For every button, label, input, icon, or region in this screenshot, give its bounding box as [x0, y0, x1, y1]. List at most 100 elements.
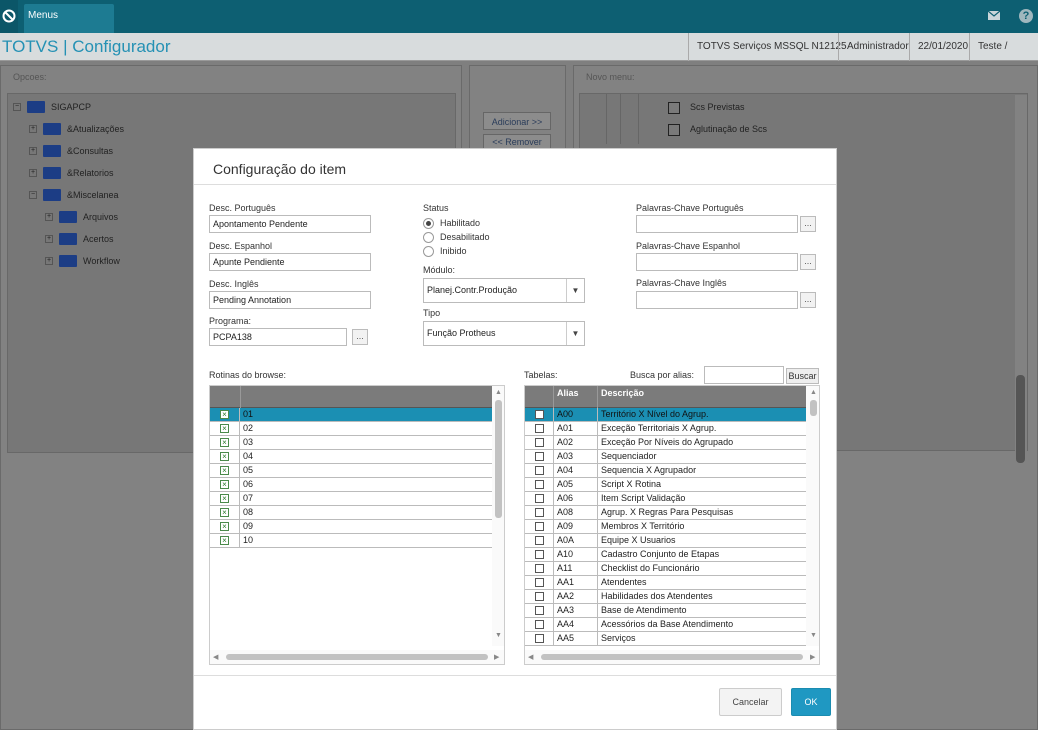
- scroll-thumb[interactable]: [810, 400, 817, 416]
- checked-checkbox-icon[interactable]: ×: [220, 522, 229, 531]
- cancel-button[interactable]: Cancelar: [719, 688, 782, 716]
- status-radio-inhibited[interactable]: [423, 246, 434, 257]
- table-row[interactable]: A03 Sequenciador: [525, 450, 806, 464]
- checked-checkbox-icon[interactable]: ×: [220, 480, 229, 489]
- table-row[interactable]: × 09: [210, 520, 492, 534]
- scroll-up-icon[interactable]: ▲: [495, 389, 502, 396]
- table-row[interactable]: × 04: [210, 450, 492, 464]
- kw-en-lookup-button[interactable]: ...: [800, 292, 816, 308]
- table-row[interactable]: A10 Cadastro Conjunto de Etapas: [525, 548, 806, 562]
- checked-checkbox-icon[interactable]: ×: [220, 424, 229, 433]
- table-row[interactable]: × 10: [210, 534, 492, 548]
- new-menu-item[interactable]: Scs Previstas: [668, 99, 745, 115]
- desc-en-input[interactable]: Pending Annotation: [209, 291, 371, 309]
- table-row[interactable]: A06 Item Script Validação: [525, 492, 806, 506]
- checkbox-icon[interactable]: [535, 480, 544, 489]
- status-radio-enabled[interactable]: [423, 218, 434, 229]
- desc-pt-input[interactable]: Apontamento Pendente: [209, 215, 371, 233]
- kw-en-input[interactable]: [636, 291, 798, 309]
- checkbox-icon[interactable]: [535, 550, 544, 559]
- table-row[interactable]: A08 Agrup. X Regras Para Pesquisas: [525, 506, 806, 520]
- scroll-up-icon[interactable]: ▲: [810, 389, 817, 396]
- checkbox-icon[interactable]: [535, 592, 544, 601]
- desc-es-input[interactable]: Apunte Pendiente: [209, 253, 371, 271]
- checkbox-icon[interactable]: [535, 508, 544, 517]
- table-row[interactable]: AA5 Serviços: [525, 632, 806, 646]
- table-row[interactable]: AA1 Atendentes: [525, 576, 806, 590]
- program-lookup-button[interactable]: ...: [352, 329, 368, 345]
- chevron-down-icon[interactable]: ▼: [566, 279, 584, 302]
- table-row[interactable]: AA3 Base de Atendimento: [525, 604, 806, 618]
- kw-pt-lookup-button[interactable]: ...: [800, 216, 816, 232]
- search-button[interactable]: Buscar: [786, 368, 819, 384]
- table-row[interactable]: A00 Território X Nível do Agrup.: [525, 408, 806, 422]
- search-alias-input[interactable]: [704, 366, 784, 384]
- tree-node-atualizacoes[interactable]: + &Atualizações: [29, 121, 124, 137]
- checked-checkbox-icon[interactable]: ×: [220, 438, 229, 447]
- collapse-icon[interactable]: −: [29, 190, 37, 199]
- expand-icon[interactable]: +: [29, 168, 37, 177]
- checkbox-icon[interactable]: [535, 452, 544, 461]
- table-row[interactable]: × 01: [210, 408, 492, 422]
- tree-node-sigapcp[interactable]: − SIGAPCP: [13, 99, 91, 115]
- scroll-thumb[interactable]: [541, 654, 803, 660]
- help-icon[interactable]: ?: [1019, 9, 1033, 23]
- tree-node-acertos[interactable]: + Acertos: [45, 231, 114, 247]
- table-row[interactable]: × 02: [210, 422, 492, 436]
- expand-icon[interactable]: +: [45, 234, 53, 243]
- table-row[interactable]: AA4 Acessórios da Base Atendimento: [525, 618, 806, 632]
- scroll-down-icon[interactable]: ▼: [495, 632, 502, 639]
- status-radio-disabled[interactable]: [423, 232, 434, 243]
- scroll-thumb[interactable]: [495, 400, 502, 518]
- kw-es-lookup-button[interactable]: ...: [800, 254, 816, 270]
- program-input[interactable]: PCPA138: [209, 328, 347, 346]
- remove-button[interactable]: << Remover: [483, 134, 551, 148]
- checkbox-icon[interactable]: [535, 564, 544, 573]
- expand-icon[interactable]: +: [45, 212, 53, 221]
- kw-es-input[interactable]: [636, 253, 798, 271]
- checked-checkbox-icon[interactable]: ×: [220, 508, 229, 517]
- scroll-right-icon[interactable]: ▶: [810, 653, 815, 661]
- tree-node-arquivos[interactable]: + Arquivos: [45, 209, 118, 225]
- collapse-icon[interactable]: −: [13, 102, 21, 111]
- tree-node-relatorios[interactable]: + &Relatorios: [29, 165, 114, 181]
- tree-node-consultas[interactable]: + &Consultas: [29, 143, 113, 159]
- table-row[interactable]: A11 Checklist do Funcionário: [525, 562, 806, 576]
- browse-vscroll[interactable]: ▲ ▼: [492, 386, 504, 646]
- tree-node-miscelanea[interactable]: − &Miscelanea: [29, 187, 119, 203]
- checkbox-icon[interactable]: [535, 620, 544, 629]
- checkbox-icon[interactable]: [535, 536, 544, 545]
- table-row[interactable]: A04 Sequencia X Agrupador: [525, 464, 806, 478]
- checkbox-icon[interactable]: [535, 466, 544, 475]
- chevron-down-icon[interactable]: ▼: [566, 322, 584, 345]
- checked-checkbox-icon[interactable]: ×: [220, 536, 229, 545]
- scroll-down-icon[interactable]: ▼: [810, 632, 817, 639]
- checkbox-icon[interactable]: [535, 578, 544, 587]
- table-row[interactable]: × 06: [210, 478, 492, 492]
- table-row[interactable]: × 05: [210, 464, 492, 478]
- checkbox-icon[interactable]: [535, 438, 544, 447]
- table-row[interactable]: A02 Exceção Por Níveis do Agrupado: [525, 436, 806, 450]
- tables-hscroll[interactable]: ◀ ▶: [525, 650, 819, 664]
- scroll-left-icon[interactable]: ◀: [213, 653, 218, 661]
- checkbox-icon[interactable]: [535, 410, 544, 419]
- totvs-logo-icon[interactable]: [0, 0, 18, 33]
- new-menu-scroll-thumb[interactable]: [1016, 375, 1025, 463]
- new-menu-item[interactable]: Aglutinação de Scs: [668, 121, 767, 137]
- mail-icon[interactable]: [987, 10, 1001, 23]
- tab-menus[interactable]: Menus [02.9.0099]×: [24, 4, 114, 45]
- checkbox-icon[interactable]: [535, 424, 544, 433]
- table-row[interactable]: AA2 Habilidades dos Atendentes: [525, 590, 806, 604]
- expand-icon[interactable]: +: [29, 146, 37, 155]
- scroll-thumb[interactable]: [226, 654, 488, 660]
- type-select[interactable]: Função Protheus ▼: [423, 321, 585, 346]
- expand-icon[interactable]: +: [45, 256, 53, 265]
- ok-button[interactable]: OK: [791, 688, 831, 716]
- table-row[interactable]: × 03: [210, 436, 492, 450]
- table-row[interactable]: A05 Script X Rotina: [525, 478, 806, 492]
- checkbox-icon[interactable]: [535, 494, 544, 503]
- checkbox-icon[interactable]: [535, 634, 544, 643]
- table-row[interactable]: × 07: [210, 492, 492, 506]
- table-row[interactable]: × 08: [210, 506, 492, 520]
- checked-checkbox-icon[interactable]: ×: [220, 466, 229, 475]
